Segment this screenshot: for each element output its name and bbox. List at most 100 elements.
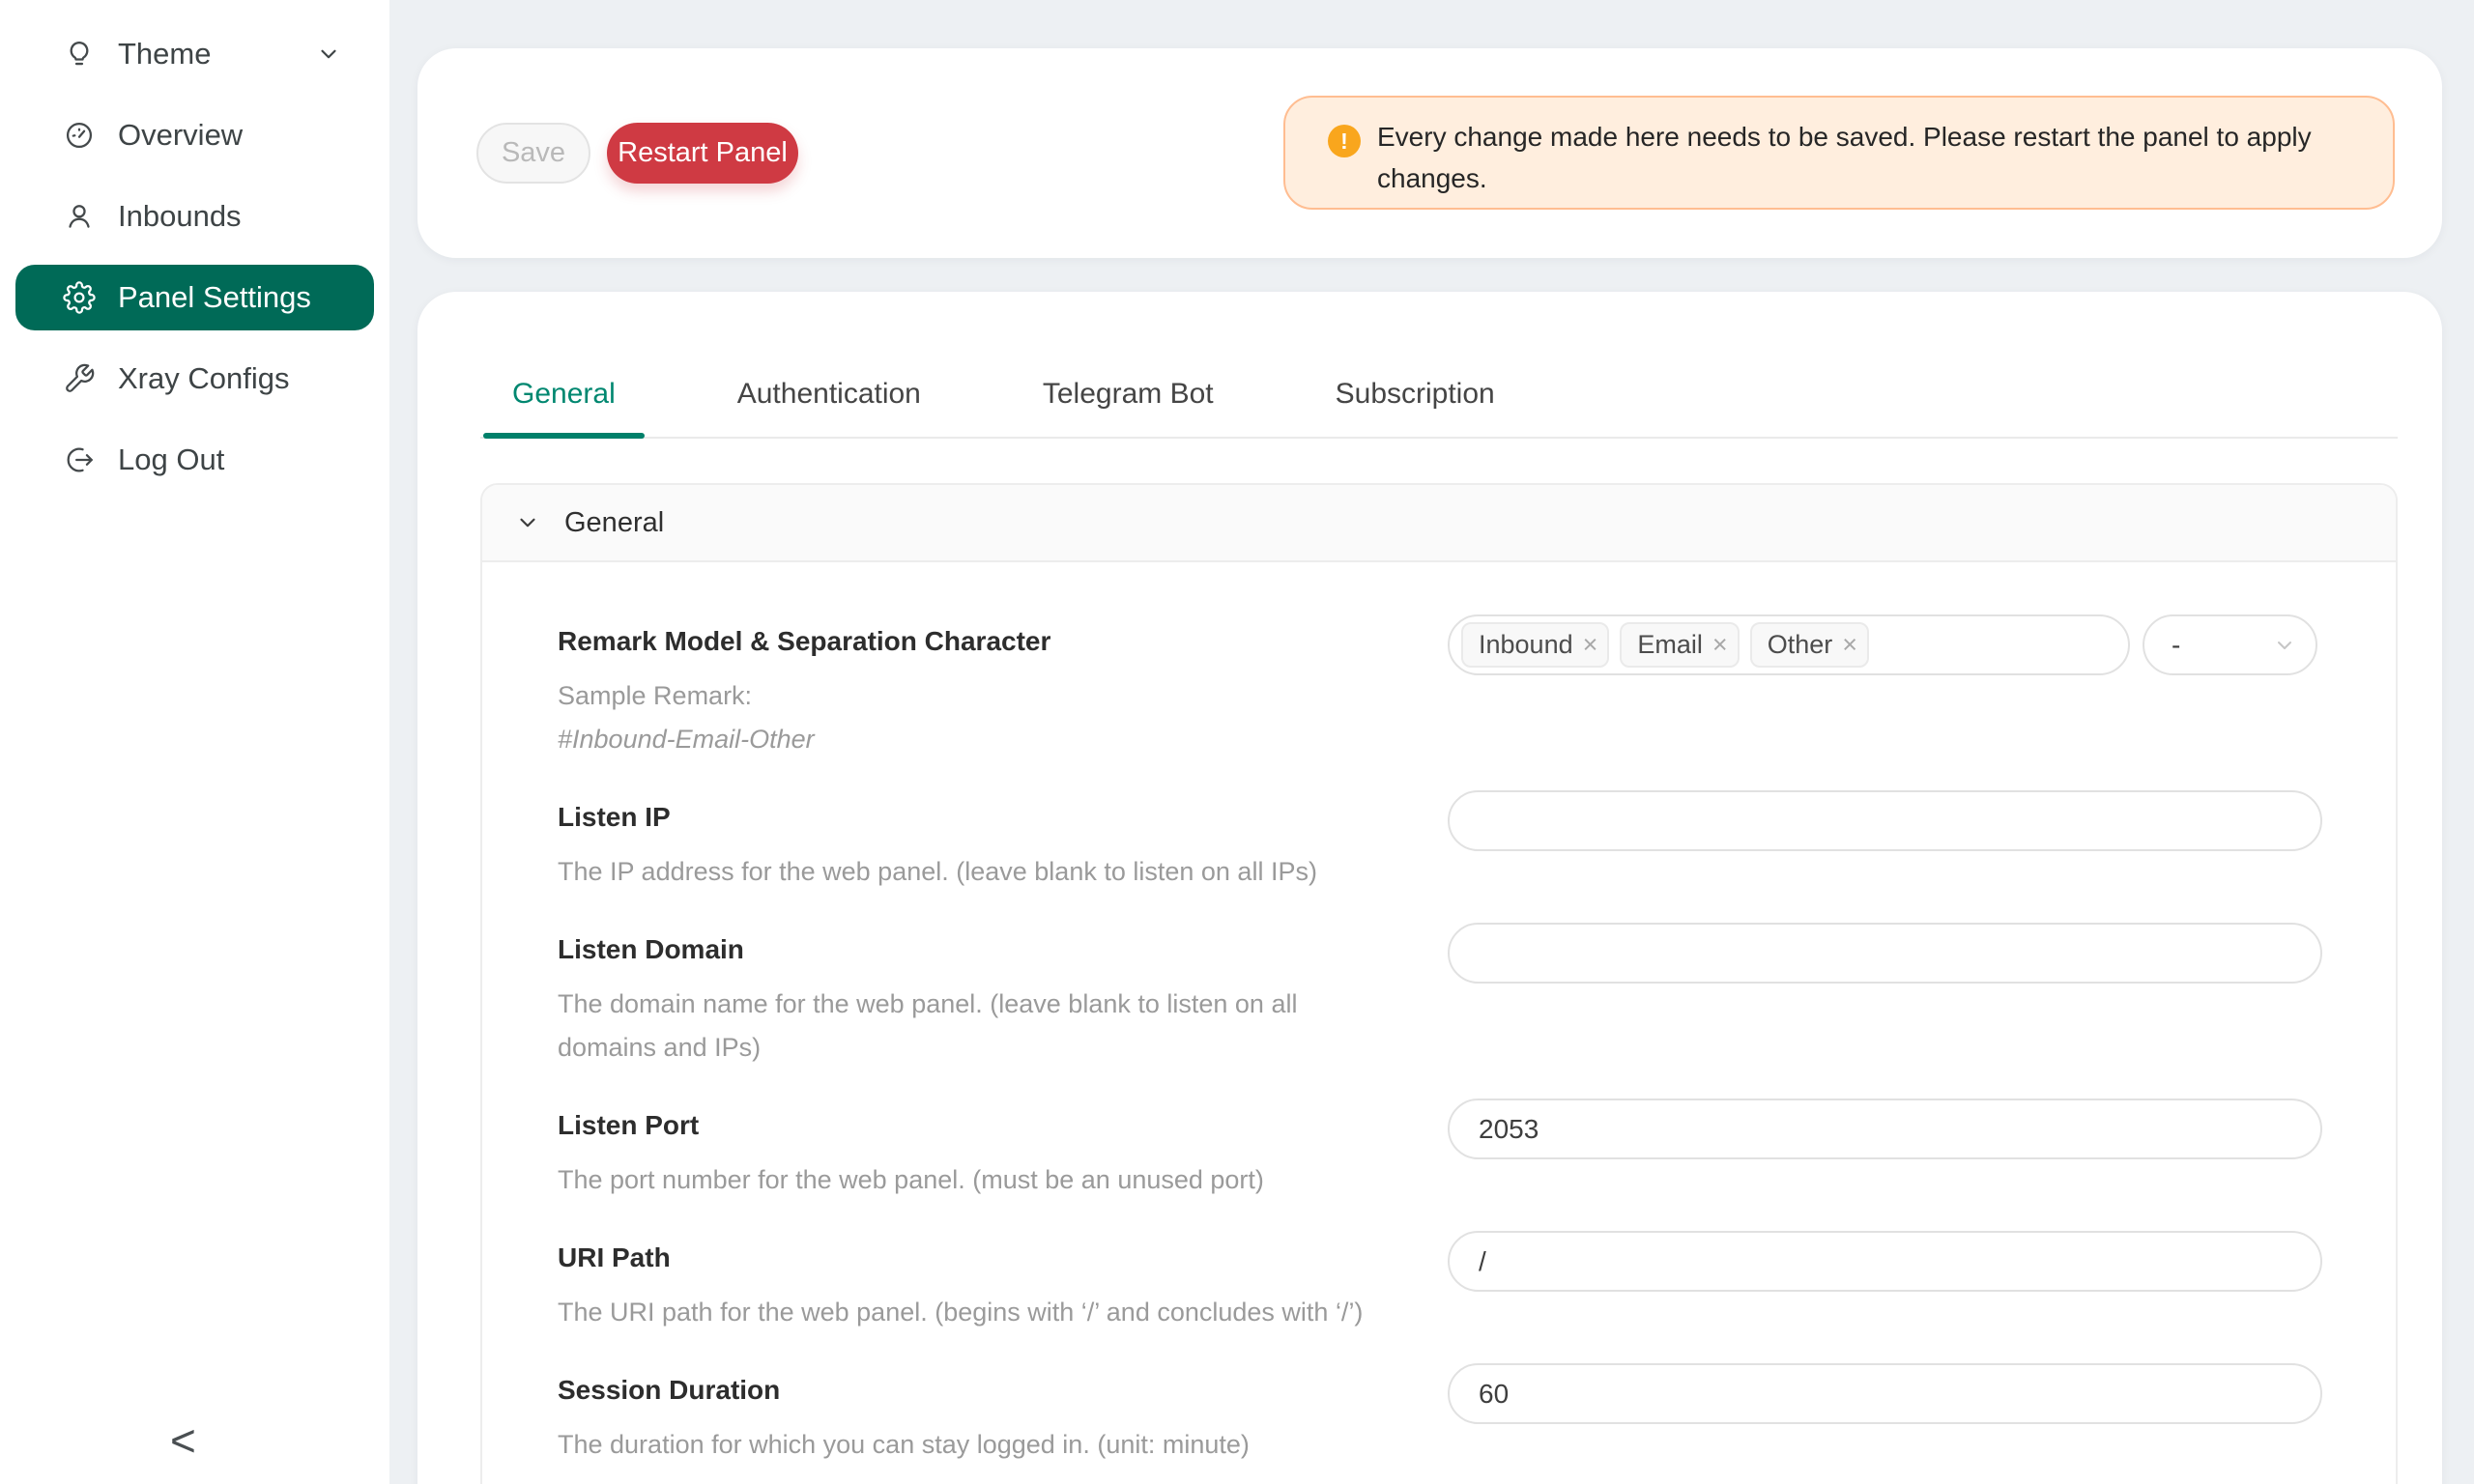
sidebar-item-label: Xray Configs [118, 361, 289, 396]
sidebar-item-panel-settings[interactable]: Panel Settings [15, 265, 374, 330]
session-duration-input[interactable] [1448, 1363, 2322, 1424]
tab-label: General [512, 378, 616, 411]
warning-alert-message: Every change made here needs to be saved… [1377, 116, 2312, 199]
row-label: Listen Domain [558, 932, 1409, 967]
row-description: The IP address for the web panel. (leave… [558, 850, 1409, 894]
chevron-down-icon [316, 42, 341, 67]
tag-remove-icon[interactable]: × [1712, 632, 1728, 658]
sidebar-item-label: Theme [118, 37, 211, 71]
row-controls [1448, 1363, 2322, 1424]
general-collapse-body: Remark Model & Separation Character Samp… [482, 562, 2396, 1484]
row-text: Remark Model & Separation Character Samp… [558, 614, 1448, 761]
row-description: The domain name for the web panel. (leav… [558, 983, 1409, 1070]
form-row-session-duration: Session Duration The duration for which … [558, 1363, 2322, 1467]
sidebar-nav: Theme Overview Inbounds [0, 0, 389, 493]
sidebar-item-label: Panel Settings [118, 280, 311, 315]
tab-label: Authentication [737, 378, 921, 411]
uri-path-input[interactable] [1448, 1231, 2322, 1292]
tag-label: Email [1637, 630, 1703, 660]
sidebar-item-label: Log Out [118, 442, 224, 477]
row-text: Listen IP The IP address for the web pan… [558, 790, 1448, 894]
logout-icon [63, 443, 96, 476]
row-description: The duration for which you can stay logg… [558, 1423, 1409, 1467]
tag-remove-icon[interactable]: × [1842, 632, 1857, 658]
collapse-title: General [564, 507, 664, 539]
row-label: Listen IP [558, 800, 1409, 835]
sidebar-item-log-out[interactable]: Log Out [15, 427, 374, 493]
main-content: Save Restart Panel ! Every change made h… [389, 0, 2474, 1484]
sidebar-item-theme[interactable]: Theme [15, 21, 374, 87]
sample-remark-prefix: Sample Remark: [558, 674, 1409, 718]
warning-alert-line: changes. [1377, 157, 2312, 199]
chevron-down-icon [2273, 634, 2296, 657]
dashboard-icon [63, 119, 96, 152]
sidebar-collapse-button[interactable]: < [170, 1418, 196, 1463]
row-controls [1448, 1099, 2322, 1159]
sidebar-item-label: Inbounds [118, 199, 242, 234]
row-label: Session Duration [558, 1373, 1409, 1408]
settings-tabs: General Authentication Telegram Bot Subs… [480, 352, 2398, 439]
gear-icon [63, 281, 96, 314]
row-text: Listen Port The port number for the web … [558, 1099, 1448, 1202]
warning-alert: ! Every change made here needs to be sav… [1283, 96, 2395, 210]
remark-model-multiselect[interactable]: Inbound × Email × Other × [1448, 614, 2130, 675]
row-controls [1448, 790, 2322, 851]
tab-label: Subscription [1336, 378, 1495, 411]
tab-subscription[interactable]: Subscription [1307, 352, 1524, 437]
sidebar: Theme Overview Inbounds [0, 0, 389, 1484]
row-description: Sample Remark: #Inbound-Email-Other [558, 674, 1409, 761]
settings-card: General Authentication Telegram Bot Subs… [417, 292, 2442, 1484]
row-description-line: The domain name for the web panel. (leav… [558, 983, 1409, 1026]
tag-inbound: Inbound × [1461, 622, 1609, 668]
separation-character-select[interactable]: - [2143, 614, 2317, 675]
row-controls: Inbound × Email × Other × [1448, 614, 2322, 675]
row-text: Listen Domain The domain name for the we… [558, 923, 1448, 1070]
row-text: Session Duration The duration for which … [558, 1363, 1448, 1467]
lightbulb-icon [63, 38, 96, 71]
general-collapse: General Remark Model & Separation Charac… [480, 483, 2398, 1484]
user-icon [63, 200, 96, 233]
form-row-listen-port: Listen Port The port number for the web … [558, 1099, 2322, 1202]
sidebar-item-xray-configs[interactable]: Xray Configs [15, 346, 374, 412]
row-description-line: The IP address for the web panel. (leave… [558, 850, 1409, 894]
chevron-down-icon [515, 510, 540, 535]
toolbar-card: Save Restart Panel ! Every change made h… [417, 48, 2442, 258]
general-collapse-header[interactable]: General [482, 485, 2396, 562]
row-label: Remark Model & Separation Character [558, 624, 1409, 659]
row-controls [1448, 1231, 2322, 1292]
restart-panel-button[interactable]: Restart Panel [607, 123, 798, 184]
row-description-line: The duration for which you can stay logg… [558, 1423, 1409, 1467]
tag-label: Other [1768, 630, 1833, 660]
row-text: URI Path The URI path for the web panel.… [558, 1231, 1448, 1334]
row-description: The URI path for the web panel. (begins … [558, 1291, 1409, 1334]
form-row-listen-domain: Listen Domain The domain name for the we… [558, 923, 2322, 1070]
row-description-line: domains and IPs) [558, 1026, 1409, 1070]
row-description-line: The URI path for the web panel. (begins … [558, 1291, 1409, 1334]
listen-port-input[interactable] [1448, 1099, 2322, 1159]
row-label: URI Path [558, 1241, 1409, 1275]
tag-label: Inbound [1479, 630, 1573, 660]
sidebar-item-overview[interactable]: Overview [15, 102, 374, 168]
form-row-listen-ip: Listen IP The IP address for the web pan… [558, 790, 2322, 894]
row-description: The port number for the web panel. (must… [558, 1158, 1409, 1202]
warning-icon: ! [1328, 125, 1361, 157]
sample-remark-value: #Inbound-Email-Other [558, 725, 815, 754]
wrench-icon [63, 362, 96, 395]
tab-general[interactable]: General [483, 352, 645, 437]
separation-character-value: - [2172, 630, 2180, 661]
row-label: Listen Port [558, 1108, 1409, 1143]
form-row-remark-model: Remark Model & Separation Character Samp… [558, 614, 2322, 761]
row-description-line: The port number for the web panel. (must… [558, 1158, 1409, 1202]
tab-authentication[interactable]: Authentication [708, 352, 950, 437]
sidebar-item-inbounds[interactable]: Inbounds [15, 184, 374, 249]
save-button[interactable]: Save [476, 123, 590, 184]
listen-domain-input[interactable] [1448, 923, 2322, 984]
tag-other: Other × [1750, 622, 1869, 668]
tab-label: Telegram Bot [1043, 378, 1214, 411]
sidebar-item-label: Overview [118, 118, 243, 153]
tag-email: Email × [1620, 622, 1739, 668]
form-row-uri-path: URI Path The URI path for the web panel.… [558, 1231, 2322, 1334]
tag-remove-icon[interactable]: × [1583, 632, 1598, 658]
listen-ip-input[interactable] [1448, 790, 2322, 851]
tab-telegram-bot[interactable]: Telegram Bot [1014, 352, 1243, 437]
